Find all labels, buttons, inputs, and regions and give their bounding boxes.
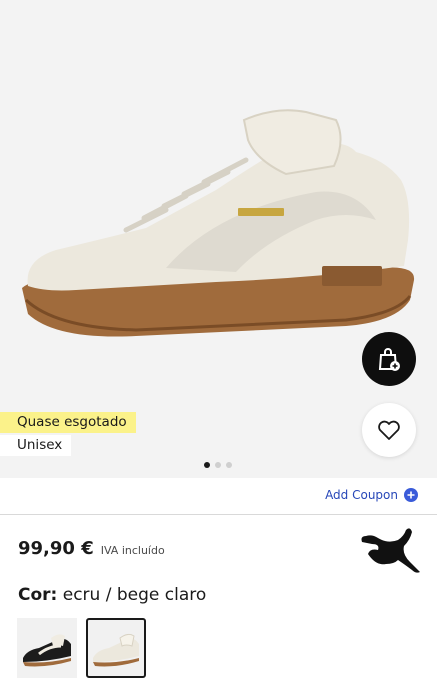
add-to-bag-button[interactable] [362,332,416,386]
add-coupon-button[interactable]: Add Coupon [325,488,418,502]
pagination-dot[interactable] [215,462,221,468]
product-gallery[interactable]: Quase esgotado Unisex [0,0,437,478]
low-stock-badge: Quase esgotado [0,412,136,433]
add-coupon-label: Add Coupon [325,488,398,502]
wishlist-button[interactable] [362,403,416,457]
color-selection-label: Cor: ecru / bege claro [18,585,206,605]
color-value: ecru / bege claro [62,585,207,605]
price-block: 99,90 € IVA incluído [18,538,165,559]
swatch-image [93,633,139,667]
tax-note: IVA incluído [100,544,165,557]
bag-plus-icon [378,348,400,371]
coupon-bar: Add Coupon [0,478,437,515]
gallery-pagination [204,462,232,468]
color-label: Cor: [18,585,58,605]
product-image[interactable] [16,100,421,350]
pagination-dot[interactable] [204,462,210,468]
color-swatch-ecru[interactable] [86,618,146,678]
puma-logo[interactable] [358,524,424,576]
color-swatch-black[interactable] [17,618,77,678]
heart-icon [378,420,400,440]
plus-icon [404,488,418,502]
gender-badge: Unisex [0,435,72,456]
swatch-image [23,634,71,667]
price: 99,90 € [18,538,94,559]
pagination-dot[interactable] [226,462,232,468]
